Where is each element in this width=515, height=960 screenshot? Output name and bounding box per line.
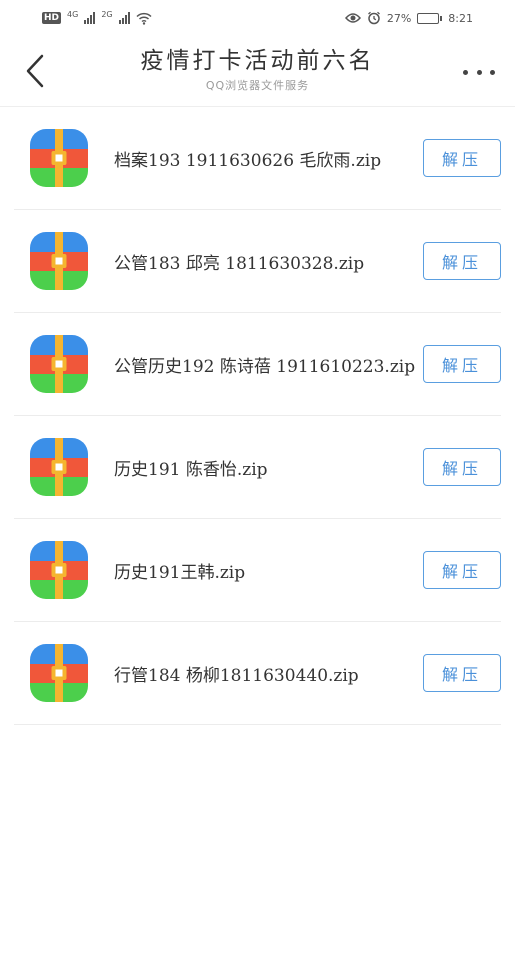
extract-button[interactable]: 解压 (423, 551, 501, 589)
file-name: 档案193 1911630626 毛欣雨.zip (114, 150, 382, 171)
status-bar-left: HD 4G 2G (42, 9, 152, 25)
signal-icon-1 (84, 12, 96, 24)
status-bar: HD 4G 2G 27% 8:21 (0, 0, 515, 36)
page-title: 疫情打卡活动前六名 (140, 48, 375, 74)
file-row[interactable]: 行管184 杨柳1811630440.zip 解压 (14, 622, 501, 725)
dot-icon (476, 69, 482, 75)
extract-button[interactable]: 解压 (423, 139, 501, 177)
dot-icon (490, 69, 495, 75)
file-name: 公管183 邱亮 1811630328.zip (114, 253, 365, 274)
dot-icon (463, 69, 468, 75)
extract-button[interactable]: 解压 (423, 242, 501, 280)
hd-badge: HD (42, 12, 62, 24)
file-row[interactable]: 历史191王韩.zip 解压 (14, 519, 501, 622)
more-options-button[interactable] (463, 60, 495, 84)
zip-archive-icon (30, 232, 88, 290)
zip-archive-icon (30, 335, 88, 393)
page-subtitle: QQ浏览器文件服务 (205, 79, 310, 92)
extract-button[interactable]: 解压 (423, 345, 501, 383)
title-wrap: 疫情打卡活动前六名 QQ浏览器文件服务 (0, 46, 515, 93)
zip-archive-icon (30, 129, 88, 187)
zip-archive-icon (30, 644, 88, 702)
file-list: 档案193 1911630626 毛欣雨.zip 解压 公管183 邱亮 181… (14, 107, 501, 725)
extract-button[interactable]: 解压 (423, 448, 501, 486)
wifi-icon (136, 12, 152, 25)
file-name: 公管历史192 陈诗蓓 1911610223.zip (114, 356, 416, 377)
zip-archive-icon (30, 438, 88, 496)
battery-percent: 27% (386, 11, 412, 25)
header: 疫情打卡活动前六名 QQ浏览器文件服务 (0, 36, 515, 107)
extract-button[interactable]: 解压 (423, 654, 501, 692)
file-row[interactable]: 公管183 邱亮 1811630328.zip 解压 (14, 210, 501, 313)
file-row[interactable]: 公管历史192 陈诗蓓 1911610223.zip 解压 (14, 313, 501, 416)
clock: 8:21 (448, 11, 473, 25)
eye-icon (344, 13, 361, 23)
battery-icon (417, 12, 443, 24)
zip-archive-icon (30, 541, 88, 599)
network-type-1: 4G (67, 9, 79, 19)
file-name: 行管184 杨柳1811630440.zip (114, 665, 359, 686)
signal-icon-2 (118, 12, 130, 24)
alarm-icon (367, 11, 380, 25)
file-row[interactable]: 档案193 1911630626 毛欣雨.zip 解压 (14, 107, 501, 210)
network-type-2: 2G (101, 9, 113, 19)
file-name: 历史191王韩.zip (114, 562, 246, 583)
status-bar-right: 27% 8:21 (344, 11, 473, 25)
file-row[interactable]: 历史191 陈香怡.zip 解压 (14, 416, 501, 519)
file-name: 历史191 陈香怡.zip (114, 459, 268, 480)
